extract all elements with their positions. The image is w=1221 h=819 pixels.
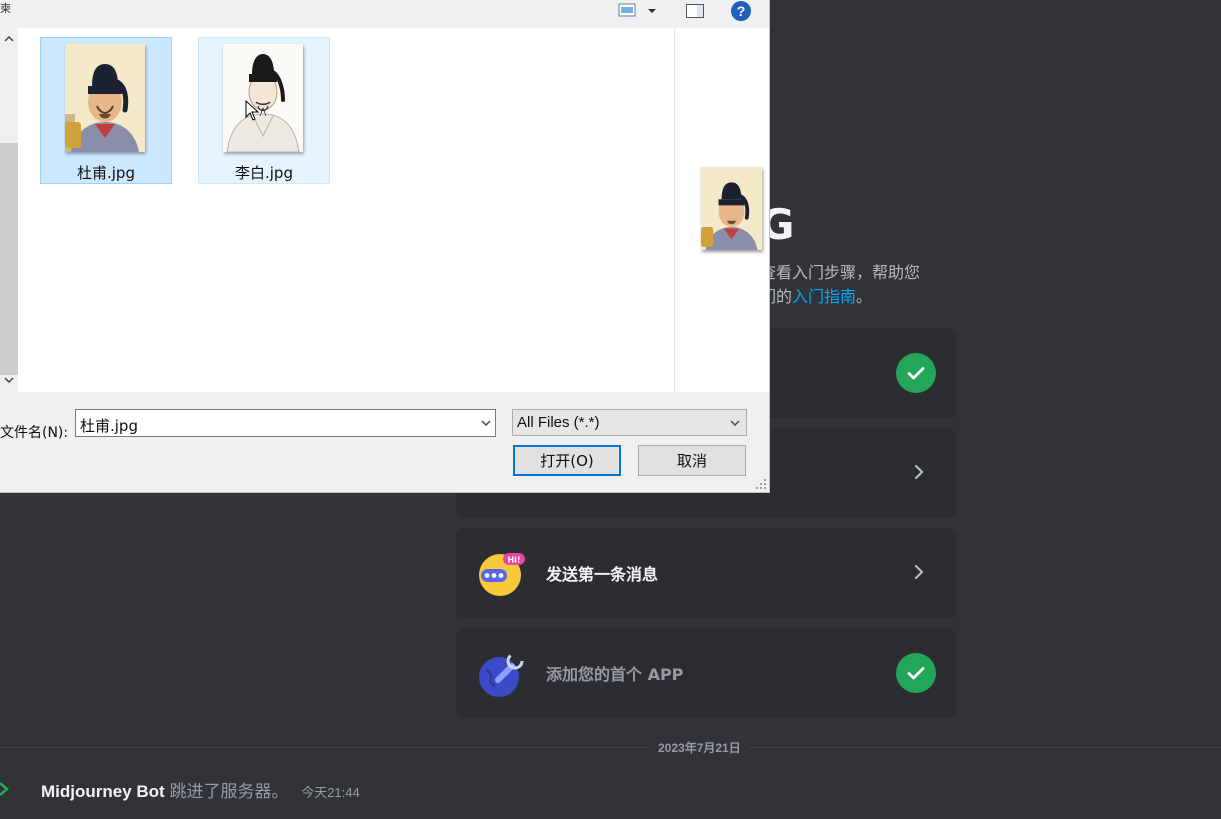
svg-text:Hi!: Hi! — [507, 556, 520, 565]
scroll-up-icon — [4, 35, 14, 42]
filename-label: 文件名(N): — [0, 425, 69, 441]
check-icon — [896, 353, 936, 393]
portrait-thumbnail — [223, 44, 303, 153]
file-name: 杜甫.jpg — [77, 164, 135, 182]
onboarding-task-send-message[interactable]: Hi! 发送第一条消息 — [456, 528, 956, 618]
wrench-globe-icon — [478, 650, 526, 698]
navigation-scrollbar[interactable] — [0, 28, 18, 392]
preview-pane-icon — [686, 4, 704, 18]
view-options-icon — [618, 3, 656, 17]
task-label: 添加您的首个 APP — [546, 665, 684, 684]
dialog-title-fragment: 柬 — [0, 3, 11, 15]
preview-pane-button[interactable] — [684, 0, 706, 22]
dragged-file-thumbnail — [701, 167, 762, 250]
change-view-button[interactable] — [617, 0, 657, 22]
message-action-text: 跳进了服务器。 — [169, 782, 289, 802]
file-type-value: All Files (*.*) — [517, 414, 600, 431]
system-join-message: Midjourney Bot 跳进了服务器。 今天21:44 — [41, 777, 360, 802]
resize-grip-icon[interactable] — [755, 478, 767, 490]
help-button[interactable]: ? — [730, 0, 752, 22]
portrait-thumbnail — [65, 44, 145, 152]
check-icon — [896, 653, 936, 693]
message-username[interactable]: Midjourney Bot — [41, 782, 165, 801]
intro-description-line-1: 查看入门步骤，帮助您 — [760, 263, 921, 282]
file-type-select[interactable]: All Files (*.*) — [512, 409, 747, 436]
mouse-cursor-icon — [245, 100, 259, 121]
message-timestamp: 今天21:44 — [301, 785, 360, 800]
dialog-toolbar: 柬 ? — [0, 0, 769, 28]
cancel-button[interactable]: 取消 — [638, 445, 746, 476]
file-item[interactable]: 杜甫.jpg — [40, 37, 172, 184]
task-label: 发送第一条消息 — [546, 565, 659, 584]
file-open-dialog: 柬 ? 杜甫.jpg 李白.jpg 文件名(N): 杜甫.jpg All Fil… — [0, 0, 770, 493]
file-list: 杜甫.jpg 李白.jpg — [18, 28, 674, 392]
scroll-down-icon — [4, 377, 14, 384]
getting-started-guide-link[interactable]: 入门指南 — [792, 287, 856, 306]
intro-description-line-2: 们的入门指南。 — [760, 283, 872, 307]
date-divider-label: 2023年7月21日 — [650, 739, 749, 756]
chevron-down-icon — [730, 420, 740, 426]
filename-value: 杜甫.jpg — [80, 417, 138, 435]
onboarding-task-add-app[interactable]: 添加您的首个 APP — [456, 628, 956, 718]
intro-description-suffix: 。 — [856, 287, 873, 306]
help-icon: ? — [731, 1, 751, 21]
date-divider-line — [0, 747, 1221, 748]
dialog-footer — [0, 392, 769, 492]
filename-input[interactable]: 杜甫.jpg — [75, 409, 496, 437]
scrollbar-thumb[interactable] — [0, 143, 18, 375]
open-button[interactable]: 打开(O) — [513, 445, 621, 476]
join-arrow-icon — [0, 779, 12, 799]
chevron-right-icon — [908, 461, 930, 483]
chevron-right-icon — [908, 561, 930, 583]
chevron-down-icon — [481, 420, 491, 426]
chat-mascot-icon: Hi! — [478, 550, 526, 598]
file-name: 李白.jpg — [235, 164, 293, 182]
file-item[interactable]: 李白.jpg — [198, 37, 330, 184]
